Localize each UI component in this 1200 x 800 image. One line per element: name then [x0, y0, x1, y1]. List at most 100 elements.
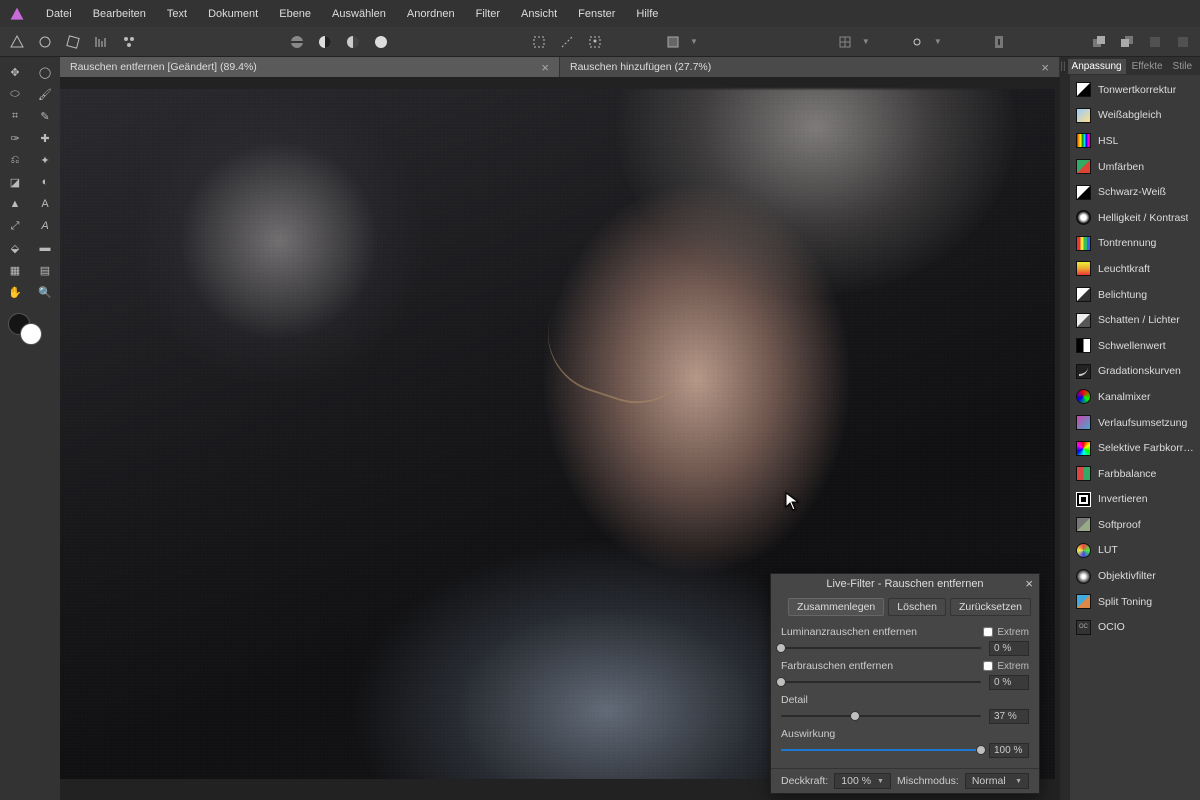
tone-full-icon[interactable]	[370, 31, 392, 53]
menu-auswaehlen[interactable]: Auswählen	[323, 4, 395, 24]
menu-filter[interactable]: Filter	[467, 4, 509, 24]
doctab-close-icon[interactable]: ×	[1031, 61, 1049, 74]
menu-bearbeiten[interactable]: Bearbeiten	[84, 4, 155, 24]
foreground-color-swatch[interactable]	[20, 323, 42, 345]
menu-text[interactable]: Text	[158, 4, 196, 24]
dialog-merge-button[interactable]: Zusammenlegen	[788, 598, 884, 616]
lasso-tool-icon[interactable]: ◯	[30, 61, 60, 83]
snap-grid-icon[interactable]	[834, 31, 856, 53]
tone-half-icon[interactable]	[342, 31, 364, 53]
menu-dokument[interactable]: Dokument	[199, 4, 267, 24]
adjustment-item[interactable]: Split Toning	[1070, 589, 1200, 615]
menu-datei[interactable]: Datei	[37, 4, 81, 24]
adjustment-item[interactable]: Schatten / Lichter	[1070, 307, 1200, 333]
hand-tool-icon[interactable]: ✋	[0, 281, 30, 303]
rect-tool-icon[interactable]: ▬	[30, 237, 60, 259]
param-luminance-value[interactable]: 0 %	[989, 641, 1029, 656]
persona-export-icon[interactable]	[118, 31, 140, 53]
marquee-rect-icon[interactable]	[528, 31, 550, 53]
adjustment-item[interactable]: Verlaufsumsetzung	[1070, 410, 1200, 436]
dialog-reset-button[interactable]: Zurücksetzen	[950, 598, 1031, 616]
menu-anordnen[interactable]: Anordnen	[398, 4, 464, 24]
pen-tool-icon[interactable]: ✑	[0, 127, 30, 149]
info-icon[interactable]	[988, 31, 1010, 53]
persona-develop-icon[interactable]	[62, 31, 84, 53]
marquee-diag-icon[interactable]	[556, 31, 578, 53]
adjustment-item[interactable]: Helligkeit / Kontrast	[1070, 205, 1200, 231]
vertical-scrollbar[interactable]	[1060, 57, 1070, 800]
param-contribution-slider[interactable]	[781, 749, 981, 751]
panel-tab-adjustments[interactable]: Anpassung	[1068, 59, 1126, 74]
param-contribution-value[interactable]: 100 %	[989, 743, 1029, 758]
heal-tool-icon[interactable]: ✚	[30, 127, 60, 149]
panel-tab-effects[interactable]: Effekte	[1128, 59, 1167, 74]
fill-tool-icon[interactable]: ⬙	[0, 237, 30, 259]
menu-ebene[interactable]: Ebene	[270, 4, 320, 24]
dialog-close-icon[interactable]: ×	[1025, 576, 1033, 591]
link-icon[interactable]	[906, 31, 928, 53]
ellipse-select-icon[interactable]: ⬭	[0, 83, 30, 105]
param-luminance-slider[interactable]	[781, 647, 981, 649]
crop-tool-icon[interactable]: ⌗	[0, 105, 30, 127]
opacity-field[interactable]: 100 %▼	[834, 773, 891, 789]
doctab-0[interactable]: Rauschen entfernen [Geändert] (89.4%) ×	[60, 57, 560, 77]
arrange-3-icon[interactable]	[1172, 31, 1194, 53]
param-detail-value[interactable]: 37 %	[989, 709, 1029, 724]
erase-tool-icon[interactable]: ◪	[0, 171, 30, 193]
dialog-titlebar[interactable]: Live-Filter - Rauschen entfernen ×	[771, 574, 1039, 594]
panel-tab-styles[interactable]: Stile	[1169, 59, 1196, 74]
adjustment-item[interactable]: Weißabgleich	[1070, 103, 1200, 129]
dialog-delete-button[interactable]: Löschen	[888, 598, 946, 616]
adjustment-item[interactable]: Schwellenwert	[1070, 333, 1200, 359]
param-detail-slider[interactable]	[781, 715, 981, 717]
clone-tool-icon[interactable]: ⎌	[0, 149, 30, 171]
adjustment-item[interactable]: Farbbalance	[1070, 461, 1200, 487]
color-swatches[interactable]	[0, 313, 60, 349]
adjustment-item[interactable]: Kanalmixer	[1070, 384, 1200, 410]
doctab-close-icon[interactable]: ×	[531, 61, 549, 74]
gradient-tool-icon[interactable]: ◐	[30, 171, 60, 193]
adjustment-item[interactable]: Tontrennung	[1070, 231, 1200, 257]
menu-ansicht[interactable]: Ansicht	[512, 4, 566, 24]
shape-tool-icon[interactable]: ▲	[0, 193, 30, 215]
menu-fenster[interactable]: Fenster	[569, 4, 624, 24]
grid-tool-icon[interactable]: ▤	[30, 259, 60, 281]
vector-text-icon[interactable]: A	[30, 215, 60, 237]
doctab-1[interactable]: Rauschen hinzufügen (27.7%) ×	[560, 57, 1060, 77]
zoom-tool-icon[interactable]: 🔍	[30, 281, 60, 303]
menu-hilfe[interactable]: Hilfe	[627, 4, 667, 24]
param-color-extreme-checkbox[interactable]: Extrem	[983, 661, 1029, 672]
live-filter-dialog[interactable]: Live-Filter - Rauschen entfernen × Zusam…	[770, 573, 1040, 794]
adjustment-item[interactable]: Gradationskurven	[1070, 359, 1200, 385]
marquee-person-icon[interactable]	[584, 31, 606, 53]
adjustment-item[interactable]: OCOCIO	[1070, 614, 1200, 640]
sparkle-tool-icon[interactable]: ✦	[30, 149, 60, 171]
pencil-tool-icon[interactable]: ✎	[30, 105, 60, 127]
move-tool-icon[interactable]: ✥	[0, 61, 30, 83]
adjustment-item[interactable]: Schwarz-Weiß	[1070, 179, 1200, 205]
dropper-tool-icon[interactable]: ⤢	[0, 215, 30, 237]
adjustment-item[interactable]: Belichtung	[1070, 282, 1200, 308]
param-color-slider[interactable]	[781, 681, 981, 683]
persona-photo-icon[interactable]	[6, 31, 28, 53]
adjustment-item[interactable]: LUT	[1070, 538, 1200, 564]
adjustment-item[interactable]: HSL	[1070, 128, 1200, 154]
brush-tool-icon[interactable]: 🖌	[30, 83, 60, 105]
param-luminance-extreme-checkbox[interactable]: Extrem	[983, 627, 1029, 638]
quickmask-icon[interactable]	[286, 31, 308, 53]
adjustment-item[interactable]: Objektivfilter	[1070, 563, 1200, 589]
adjustment-item[interactable]: Tonwertkorrektur	[1070, 77, 1200, 103]
adjustment-item[interactable]: Softproof	[1070, 512, 1200, 538]
mesh-tool-icon[interactable]: ▦	[0, 259, 30, 281]
layer-target-icon[interactable]	[662, 31, 684, 53]
adjustment-item[interactable]: Invertieren	[1070, 487, 1200, 513]
adjustment-item[interactable]: Umfärben	[1070, 154, 1200, 180]
arrange-front-icon[interactable]	[1088, 31, 1110, 53]
adjustment-item[interactable]: Leuchtkraft	[1070, 256, 1200, 282]
persona-liquify-icon[interactable]	[34, 31, 56, 53]
param-color-value[interactable]: 0 %	[989, 675, 1029, 690]
text-tool-icon[interactable]: A	[30, 193, 60, 215]
adjustment-item[interactable]: Selektive Farbkorrektur	[1070, 435, 1200, 461]
contrast-icon[interactable]	[314, 31, 336, 53]
arrange-back-icon[interactable]	[1116, 31, 1138, 53]
